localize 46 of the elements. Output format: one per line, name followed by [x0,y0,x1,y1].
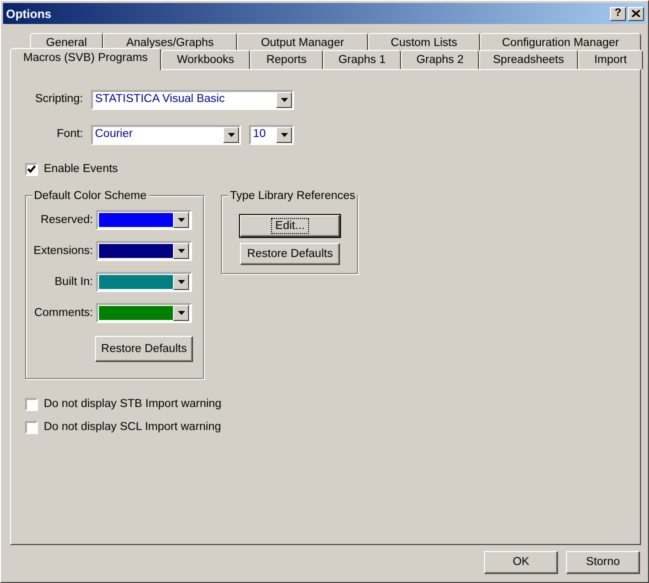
tab[interactable]: Configuration Manager [480,33,641,50]
tab[interactable]: Custom Lists [368,33,480,50]
checkbox-label: Do not display SCL Import warning [44,420,222,434]
caret-icon [228,133,234,137]
caret-icon [178,249,184,254]
checkbox[interactable] [25,398,38,412]
caret-icon [280,133,288,137]
dialog-button[interactable]: Storno [566,551,640,574]
caret-icon [280,98,288,102]
tab[interactable]: Spreadsheets [479,50,578,69]
tab[interactable]: Workbooks [161,50,250,69]
field-label: Font: [56,127,83,142]
caret-icon [178,218,184,222]
tab[interactable]: Reports [250,50,323,69]
caret-icon [178,280,184,284]
dropdown[interactable]: Courier [91,125,241,145]
tab[interactable]: Graphs 2 [401,50,479,69]
tab[interactable]: Graphs 1 [323,50,401,69]
field-label: Extensions: [32,244,93,259]
tab[interactable]: Analyses/Graphs [103,33,237,50]
field-label: Comments: [33,306,93,321]
tab[interactable]: Macros (SVB) Programs [10,48,161,70]
color-dropdown[interactable] [96,241,192,262]
dropdown[interactable]: STATISTICA Visual Basic [91,90,294,110]
window-title: Options [6,6,52,22]
tab[interactable]: Import [578,50,643,69]
checkbox[interactable] [25,163,38,176]
color-dropdown[interactable] [96,303,192,324]
restore-defaults-button[interactable]: Restore Defaults [240,243,340,266]
checkbox-label: Do not display STB Import warning [44,397,222,412]
field-label: Reserved: [40,212,93,228]
dropdown[interactable]: 10 [249,125,294,145]
close-button[interactable] [628,6,644,20]
checkbox[interactable] [25,420,38,434]
restore-defaults-button[interactable]: Restore Defaults [95,336,193,362]
field-label: Built In: [54,274,93,290]
edit-button[interactable]: Edit... [240,215,340,238]
help-button[interactable]: ? [610,6,626,20]
color-dropdown[interactable] [96,272,192,292]
caret-icon [178,311,184,316]
field-label: Scripting: [34,92,83,108]
checkbox-label: Enable Events [44,162,118,177]
close-icon [632,10,640,17]
dialog-button[interactable]: OK [484,551,558,574]
tab[interactable]: Output Manager [237,33,368,50]
color-dropdown[interactable] [96,210,192,230]
